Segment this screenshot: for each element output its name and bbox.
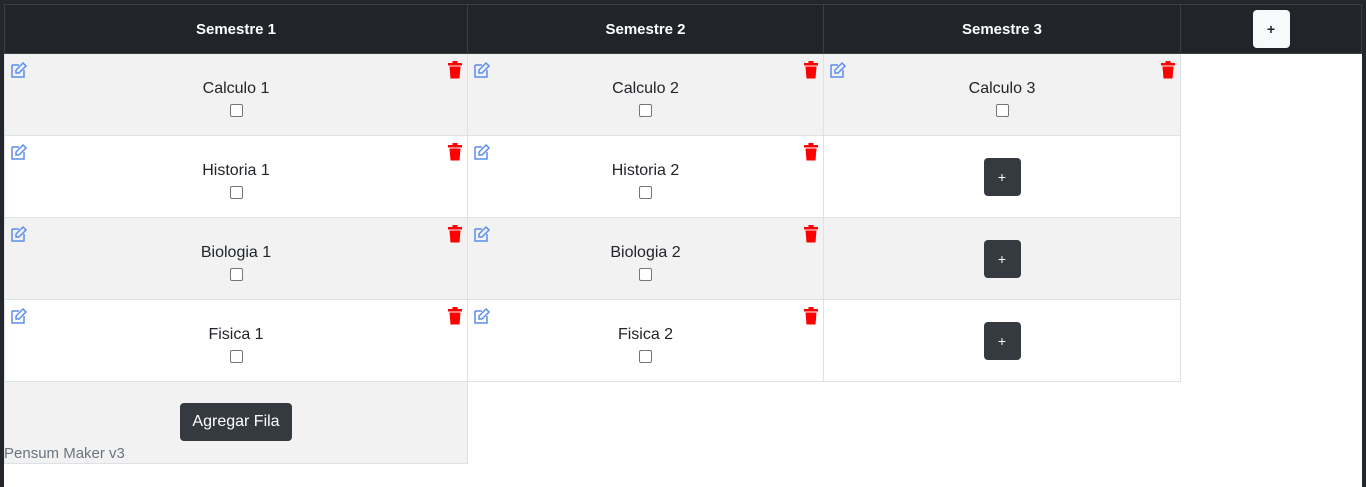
add-subject-button[interactable]: + — [983, 157, 1021, 196]
subject-checkbox[interactable] — [639, 104, 652, 117]
add-subject-cell: + — [823, 217, 1181, 300]
trash-icon[interactable] — [803, 61, 819, 79]
app-frame: Semestre 1 Semestre 2 Semestre 3 + Calcu… — [0, 0, 1366, 487]
edit-icon[interactable] — [829, 61, 847, 79]
subject-name: Fisica 1 — [208, 326, 264, 343]
trash-icon[interactable] — [803, 225, 819, 243]
subject-cell: Biologia 1 — [4, 217, 468, 300]
subject-cell: Calculo 1 — [4, 53, 468, 136]
subject-cell: Calculo 2 — [467, 53, 824, 136]
subject-name: Calculo 3 — [968, 80, 1036, 97]
add-row-row: Agregar Fila — [4, 381, 1362, 464]
trash-icon[interactable] — [447, 307, 463, 325]
add-subject-button[interactable]: + — [983, 239, 1021, 278]
subject-checkbox[interactable] — [639, 268, 652, 281]
subject-name: Biologia 1 — [200, 244, 272, 261]
subject-cell: Historia 1 — [4, 135, 468, 218]
edit-icon[interactable] — [473, 225, 491, 243]
subject-checkbox[interactable] — [639, 350, 652, 363]
edit-icon[interactable] — [473, 307, 491, 325]
subject-checkbox[interactable] — [229, 268, 243, 281]
subject-cell: Calculo 3 — [823, 53, 1181, 136]
header-semestre-3: Semestre 3 — [823, 4, 1181, 54]
header-semestre-2: Semestre 2 — [467, 4, 824, 54]
add-column-button[interactable]: + — [1252, 10, 1290, 48]
subject-name: Historia 1 — [202, 162, 270, 179]
agregar-fila-button[interactable]: Agregar Fila — [180, 403, 292, 442]
trash-icon[interactable] — [803, 143, 819, 161]
table-row: Historia 1 Historia 2 + — [4, 135, 1362, 218]
trash-icon[interactable] — [447, 143, 463, 161]
subject-name: Calculo 2 — [612, 80, 679, 97]
subject-cell: Fisica 1 — [4, 299, 468, 382]
subject-checkbox[interactable] — [229, 104, 243, 117]
edit-icon[interactable] — [473, 143, 491, 161]
add-column-cell: + — [1180, 4, 1362, 54]
header-semestre-1: Semestre 1 — [4, 4, 468, 54]
subject-cell: Biologia 2 — [467, 217, 824, 300]
footer-version: Pensum Maker v3 — [4, 445, 125, 462]
add-subject-cell: + — [823, 299, 1181, 382]
subject-cell: Fisica 2 — [467, 299, 824, 382]
trash-icon[interactable] — [447, 61, 463, 79]
header-row: Semestre 1 Semestre 2 Semestre 3 + — [4, 4, 1362, 54]
subject-checkbox[interactable] — [229, 186, 243, 199]
edit-icon[interactable] — [10, 143, 28, 161]
subject-name: Biologia 2 — [610, 244, 681, 261]
trash-icon[interactable] — [803, 307, 819, 325]
subject-name: Fisica 2 — [617, 326, 674, 343]
subject-checkbox[interactable] — [995, 104, 1009, 117]
subject-checkbox[interactable] — [639, 186, 652, 199]
table-row: Calculo 1 Calculo 2 Calculo 3 — [4, 53, 1362, 136]
table-row: Biologia 1 Biologia 2 + — [4, 217, 1362, 300]
edit-icon[interactable] — [10, 61, 28, 79]
subject-cell: Historia 2 — [467, 135, 824, 218]
subject-name: Calculo 1 — [202, 80, 270, 97]
subject-checkbox[interactable] — [229, 350, 243, 363]
subject-name: Historia 2 — [611, 162, 680, 179]
add-subject-button[interactable]: + — [983, 321, 1021, 360]
trash-icon[interactable] — [447, 225, 463, 243]
pensum-table: Semestre 1 Semestre 2 Semestre 3 + Calcu… — [4, 4, 1362, 464]
edit-icon[interactable] — [10, 225, 28, 243]
trash-icon[interactable] — [1160, 61, 1176, 79]
add-subject-cell: + — [823, 135, 1181, 218]
edit-icon[interactable] — [473, 61, 491, 79]
edit-icon[interactable] — [10, 307, 28, 325]
table-row: Fisica 1 Fisica 2 + — [4, 299, 1362, 382]
